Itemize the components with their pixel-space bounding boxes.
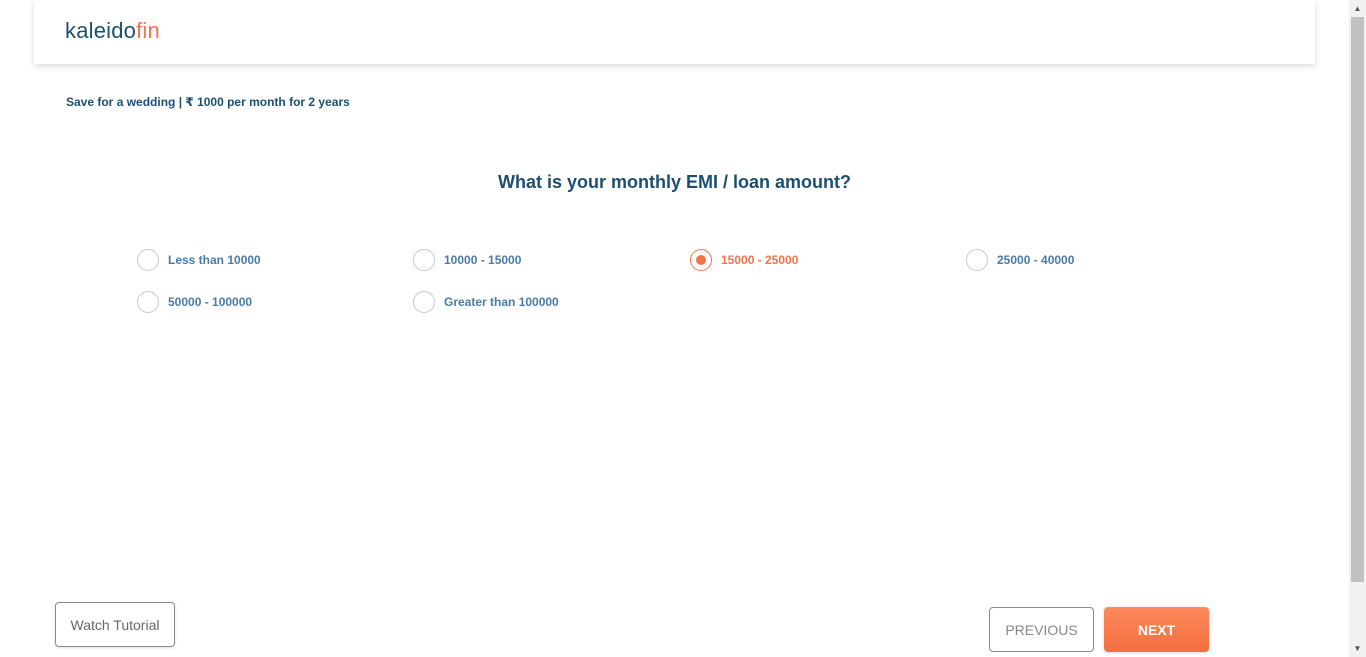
vertical-scrollbar[interactable]: ▲ ▼ <box>1349 0 1366 657</box>
option-label: Less than 10000 <box>168 253 261 267</box>
option-15000-25000[interactable]: 15000 - 25000 <box>690 247 798 273</box>
option-25000-40000[interactable]: 25000 - 40000 <box>966 247 1074 273</box>
option-label: Greater than 100000 <box>444 295 559 309</box>
option-label: 25000 - 40000 <box>997 253 1075 267</box>
option-10000-15000[interactable]: 10000 - 15000 <box>413 247 521 273</box>
radio-button-selected[interactable] <box>690 249 712 271</box>
next-button[interactable]: NEXT <box>1104 607 1209 652</box>
previous-button[interactable]: PREVIOUS <box>989 607 1094 652</box>
radio-button[interactable] <box>413 249 435 271</box>
kaleidofin-logo[interactable]: kaleidofin <box>65 18 160 44</box>
scroll-down-arrow-icon[interactable]: ▼ <box>1349 640 1366 657</box>
page: kaleidofin Save for a wedding | ₹ 1000 p… <box>0 0 1366 657</box>
radio-button[interactable] <box>137 291 159 313</box>
goal-summary: Save for a wedding | ₹ 1000 per month fo… <box>66 95 350 109</box>
logo-text-part1: kaleido <box>65 18 137 43</box>
option-greater-than-100000[interactable]: Greater than 100000 <box>413 289 559 315</box>
scroll-up-arrow-icon[interactable]: ▲ <box>1349 0 1366 17</box>
header-bar: kaleidofin <box>34 0 1315 64</box>
scrollbar-thumb[interactable] <box>1351 17 1364 582</box>
radio-button[interactable] <box>137 249 159 271</box>
option-50000-100000[interactable]: 50000 - 100000 <box>137 289 252 315</box>
option-label: 15000 - 25000 <box>721 253 799 267</box>
radio-button[interactable] <box>413 291 435 313</box>
watch-tutorial-button[interactable]: Watch Tutorial <box>55 602 175 647</box>
question-title: What is your monthly EMI / loan amount? <box>497 172 851 192</box>
option-label: 10000 - 15000 <box>444 253 522 267</box>
option-label: 50000 - 100000 <box>168 295 253 309</box>
radio-selected-dot <box>696 255 706 265</box>
option-less-than-10000[interactable]: Less than 10000 <box>137 247 261 273</box>
logo-text-part2: fin <box>136 18 160 43</box>
radio-button[interactable] <box>966 249 988 271</box>
